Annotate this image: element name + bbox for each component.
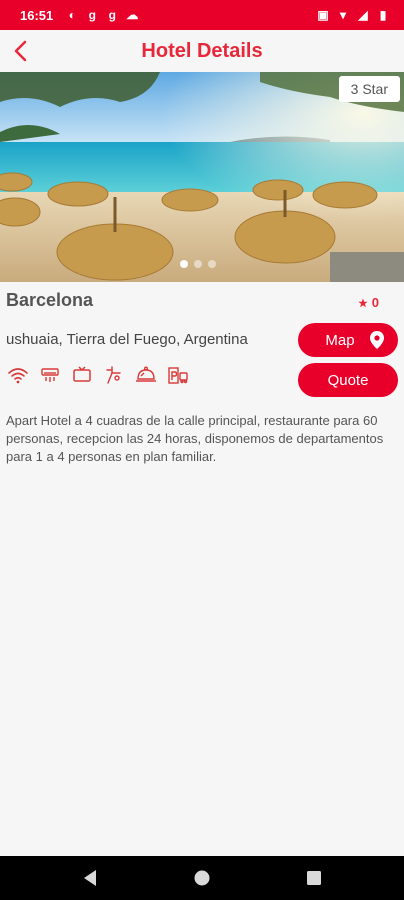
map-pin-icon — [370, 331, 384, 349]
app-notification-icon: ◐ — [68, 8, 76, 22]
beach-photo — [0, 72, 404, 282]
page-title: Hotel Details — [141, 39, 263, 62]
hotel-location: ushuaia, Tierra del Fuego, Argentina — [6, 331, 248, 348]
cloud-icon: ☁ — [126, 8, 139, 22]
quote-button[interactable]: Quote — [298, 363, 398, 397]
room-service-icon — [134, 364, 158, 386]
hotel-name: Barcelona — [6, 290, 94, 310]
triangle-back-icon — [84, 870, 96, 886]
nav-recents-button[interactable] — [303, 867, 325, 889]
air-conditioner-icon — [38, 364, 62, 386]
hotel-rating: 0 — [358, 295, 379, 310]
star-category-badge: 3 Star — [338, 76, 400, 102]
system-navigation-bar — [0, 856, 404, 900]
carousel-dot[interactable] — [180, 260, 188, 268]
rating-value: 0 — [371, 295, 379, 310]
map-button[interactable]: Map — [298, 323, 398, 357]
star-icon — [358, 298, 368, 307]
square-recents-icon — [307, 871, 321, 885]
carousel-dot[interactable] — [194, 260, 202, 268]
wifi-icon — [6, 364, 30, 386]
circle-home-icon — [194, 870, 210, 886]
g-notification-icon: g — [88, 8, 96, 22]
system-icons: ▣ ▾ ◢ ▮ — [316, 8, 390, 22]
map-button-label: Map — [325, 331, 355, 349]
signal-icon: ◢ — [358, 8, 368, 22]
carousel-indicator — [180, 260, 216, 268]
tv-icon — [70, 364, 94, 386]
hair-dryer-icon — [102, 364, 126, 386]
carousel-dot[interactable] — [208, 260, 216, 268]
hotel-image-carousel[interactable]: 3 Star — [0, 72, 404, 282]
notification-icons: ◐ g g ☁ — [65, 8, 139, 22]
status-bar: 16:51 ◐ g g ☁ ▣ ▾ ◢ ▮ — [0, 0, 404, 30]
wifi-status-icon: ▾ — [339, 8, 347, 22]
nav-home-button[interactable] — [191, 867, 213, 889]
vibrate-icon: ▣ — [317, 8, 329, 22]
quote-button-label: Quote — [327, 371, 369, 389]
battery-icon: ▮ — [379, 8, 387, 22]
hotel-description: Apart Hotel a 4 cuadras de la calle prin… — [6, 413, 384, 464]
g-notification-icon: g — [108, 8, 116, 22]
parking-icon — [166, 364, 190, 386]
chevron-left-icon — [14, 40, 27, 62]
nav-back-button[interactable] — [79, 867, 101, 889]
back-button[interactable] — [6, 36, 36, 66]
app-bar: Hotel Details — [0, 30, 404, 72]
status-time: 16:51 — [20, 7, 54, 23]
amenities-list — [6, 364, 190, 386]
